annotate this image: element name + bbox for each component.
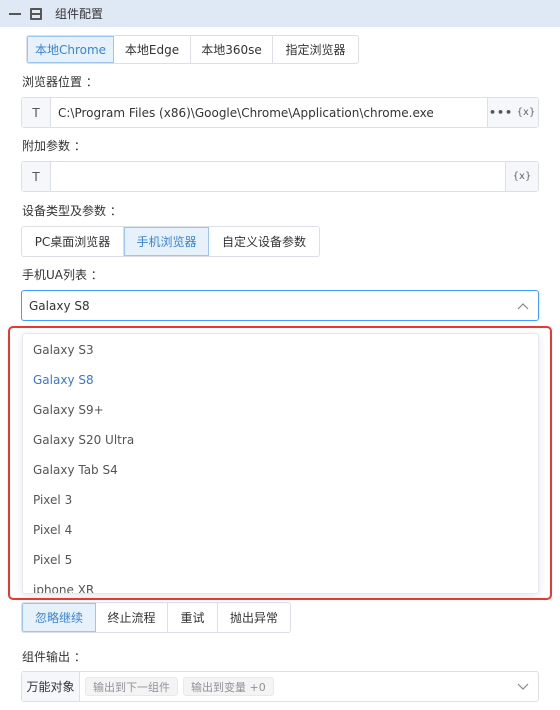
extra-params-field[interactable]: T {x}: [21, 161, 539, 192]
ua-option-iphone-xr[interactable]: iphone XR: [23, 575, 538, 593]
output-tag-variable: 输出到变量 +0: [183, 677, 274, 696]
ua-option-pixel-4[interactable]: Pixel 4: [23, 515, 538, 545]
variable-icon[interactable]: {x}: [514, 98, 538, 127]
tab-custom-device[interactable]: 自定义设备参数: [209, 227, 319, 256]
params-actions: {x}: [505, 162, 538, 191]
device-type-label: 设备类型及参数 ：: [22, 204, 122, 218]
browse-icon[interactable]: •••: [488, 98, 514, 127]
tab-terminate-flow[interactable]: 终止流程: [96, 603, 168, 632]
variable-icon[interactable]: {x}: [506, 162, 538, 191]
tab-local-edge[interactable]: 本地Edge: [114, 36, 191, 63]
extra-params-label: 附加参数 ：: [22, 139, 86, 153]
tab-local-chrome[interactable]: 本地Chrome: [27, 36, 114, 63]
browser-type-group: 本地Chrome 本地Edge 本地360se 指定浏览器: [26, 35, 359, 64]
ua-option-galaxy-s3[interactable]: Galaxy S3: [23, 335, 538, 365]
tab-local-360se[interactable]: 本地360se: [191, 36, 273, 63]
ua-option-galaxy-s9plus[interactable]: Galaxy S9+: [23, 395, 538, 425]
tab-throw-exception[interactable]: 抛出异常: [218, 603, 290, 632]
collapse-icon[interactable]: [9, 12, 21, 15]
ua-select[interactable]: Galaxy S8: [21, 290, 539, 321]
component-header[interactable]: 组件配置: [0, 0, 560, 27]
tab-specified-browser[interactable]: 指定浏览器: [273, 36, 358, 63]
output-label: 组件输出 ：: [22, 650, 86, 664]
path-actions: ••• {x}: [487, 98, 538, 127]
ua-option-galaxy-s8[interactable]: Galaxy S8: [23, 365, 538, 395]
ua-select-value: Galaxy S8: [29, 298, 90, 313]
text-type-prefix: T: [22, 98, 51, 127]
ua-option-galaxy-tab-s4[interactable]: Galaxy Tab S4: [23, 455, 538, 485]
tab-mobile-browser[interactable]: 手机浏览器: [124, 227, 209, 256]
device-type-group: PC桌面浏览器 手机浏览器 自定义设备参数: [21, 226, 320, 257]
ua-option-list: Galaxy S3 Galaxy S8 Galaxy S9+ Galaxy S2…: [23, 334, 538, 593]
browser-path-field[interactable]: T C:\Program Files (x86)\Google\Chrome\A…: [21, 97, 539, 128]
browser-path-label: 浏览器位置 ：: [22, 75, 98, 89]
ua-option-pixel-3[interactable]: Pixel 3: [23, 485, 538, 515]
ua-dropdown: Galaxy S3 Galaxy S8 Galaxy S9+ Galaxy S2…: [22, 333, 539, 594]
ua-list-label: 手机UA列表 ：: [22, 268, 103, 282]
component-icon: [30, 7, 42, 20]
output-tag-next: 输出到下一组件: [85, 677, 178, 696]
header-title: 组件配置: [55, 7, 104, 21]
browser-path-input[interactable]: C:\Program Files (x86)\Google\Chrome\App…: [51, 106, 487, 120]
text-type-prefix: T: [22, 162, 51, 191]
tab-retry[interactable]: 重试: [168, 603, 218, 632]
tab-ignore-continue[interactable]: 忽略继续: [22, 603, 96, 632]
error-handling-group: 忽略继续 终止流程 重试 抛出异常: [21, 602, 291, 633]
ua-option-pixel-5[interactable]: Pixel 5: [23, 545, 538, 575]
chevron-up-icon: [508, 302, 538, 310]
chevron-down-icon: [508, 683, 538, 691]
tab-pc-browser[interactable]: PC桌面浏览器: [22, 227, 124, 256]
output-select[interactable]: 万能对象 输出到下一组件 输出到变量 +0: [21, 671, 539, 702]
ua-option-galaxy-s20-ultra[interactable]: Galaxy S20 Ultra: [23, 425, 538, 455]
output-type-prefix: 万能对象: [22, 672, 80, 701]
